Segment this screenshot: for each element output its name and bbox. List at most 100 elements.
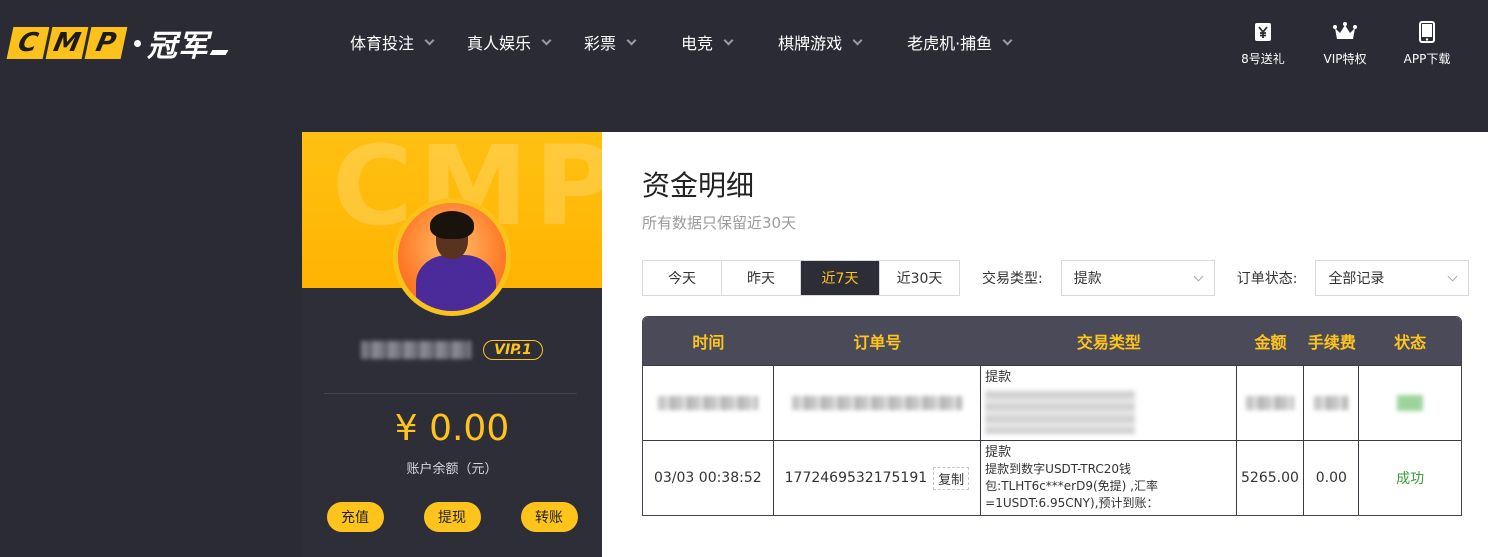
top-navigation-bar: C M P 冠军 体育投注 真人娱乐 彩票 电竞 棋牌游戏 老虎机·捕鱼 8号送… <box>0 0 1488 84</box>
balance-label: 账户余额（元） <box>406 462 498 477</box>
chevron-down-icon <box>626 35 637 45</box>
nav-item-sports[interactable]: 体育投注 <box>350 30 435 54</box>
username-row: VIP.1 <box>302 340 602 360</box>
tool-label: VIP特权 <box>1323 52 1367 66</box>
column-header-amount: 金额 <box>1254 333 1287 352</box>
chevron-down-icon <box>424 35 435 45</box>
nav-item-lottery[interactable]: 彩票 <box>584 30 637 54</box>
order-status-value: 全部记录 <box>1328 271 1385 287</box>
nav-item-label: 彩票 <box>584 34 617 53</box>
nav-item-esports[interactable]: 电竞 <box>681 30 734 54</box>
cell-type: 提款 <box>981 366 1237 440</box>
nav-item-label: 棋牌游戏 <box>778 34 843 53</box>
username-redacted <box>361 341 472 359</box>
profile-panel: CMP VIP.1 ¥ 0.00 账户余额（元） 充值 提现 转账 <box>302 132 602 557</box>
transfer-button[interactable]: 转账 <box>520 502 578 532</box>
column-header-type: 交易类型 <box>1076 333 1141 352</box>
cell-order: 1772469532175191 复制 <box>774 441 982 515</box>
header-tools: 8号送礼 VIP特权 APP下载 <box>1222 21 1468 67</box>
logo-letter: C <box>6 27 50 59</box>
main-nav: 体育投注 真人娱乐 彩票 电竞 棋牌游戏 老虎机·捕鱼 <box>350 30 1013 54</box>
date-range-selector: 今天 昨天 近7天 近30天 <box>642 260 960 296</box>
order-number: 1772469532175191 <box>784 470 928 486</box>
cell-amount: 5265.00 <box>1237 441 1305 515</box>
wallet-actions: 充值 提现 转账 <box>302 502 602 532</box>
chevron-down-icon <box>1447 271 1458 281</box>
tool-label: 8号送礼 <box>1241 52 1285 66</box>
transaction-type-title: 提款 <box>985 370 1012 385</box>
status-badge: 成功 <box>1396 471 1425 487</box>
nav-item-label: 体育投注 <box>350 34 415 53</box>
redacted-text <box>1314 396 1349 410</box>
cell-order-redacted <box>774 366 982 440</box>
table-header: 时间 订单号 交易类型 金额 手续费 状态 <box>643 317 1461 365</box>
cell-amount-redacted <box>1237 366 1305 440</box>
chevron-down-icon <box>541 35 552 45</box>
page-title: 资金明细 <box>642 169 755 202</box>
vip-badge[interactable]: VIP.1 <box>483 340 543 360</box>
transaction-detail-line: 提款到数字USDT-TRC20钱 <box>985 462 1131 476</box>
cmp-logo[interactable]: C M P 冠军 <box>6 25 229 64</box>
account-balance: ¥ 0.00 <box>394 408 510 449</box>
redacted-text <box>791 396 962 410</box>
cell-time-redacted <box>643 366 774 440</box>
nav-item-card-games[interactable]: 棋牌游戏 <box>778 30 863 54</box>
redacted-text <box>1245 396 1294 410</box>
transaction-detail-line: 包:TLHT6c***erD9(免提) ,汇率 <box>985 479 1158 493</box>
gift-link[interactable]: 8号送礼 <box>1222 22 1304 67</box>
tool-label: APP下载 <box>1403 52 1451 66</box>
redacted-text <box>1397 395 1424 411</box>
cell-fee-redacted <box>1304 366 1360 440</box>
logo-letter: P <box>84 27 128 59</box>
column-header-fee: 手续费 <box>1307 333 1356 352</box>
vip-link[interactable]: VIP特权 <box>1304 22 1386 67</box>
transactions-table: 时间 订单号 交易类型 金额 手续费 状态 提款 03/03 00:38:52 … <box>642 316 1462 516</box>
cell-status-redacted <box>1359 366 1461 440</box>
range-30-days-button[interactable]: 近30天 <box>880 261 959 295</box>
transaction-type-select[interactable]: 提款 <box>1060 260 1215 296</box>
logo-dash <box>209 49 229 55</box>
withdraw-button[interactable]: 提现 <box>423 502 481 532</box>
column-header-time: 时间 <box>692 333 725 352</box>
table-row[interactable]: 提款 <box>643 365 1461 440</box>
order-status-select[interactable]: 全部记录 <box>1315 260 1470 296</box>
column-header-order: 订单号 <box>853 333 902 352</box>
cell-type: 提款 提款到数字USDT-TRC20钱 包:TLHT6c***erD9(免提) … <box>981 441 1237 515</box>
column-header-status: 状态 <box>1394 333 1427 352</box>
crown-icon <box>1333 22 1357 42</box>
cell-fee: 0.00 <box>1304 441 1360 515</box>
range-7-days-button[interactable]: 近7天 <box>801 261 880 295</box>
range-today-button[interactable]: 今天 <box>643 261 722 295</box>
page-subtitle: 所有数据只保留近30天 <box>642 214 797 232</box>
nav-item-label: 老虎机·捕鱼 <box>907 34 993 53</box>
nav-item-live-casino[interactable]: 真人娱乐 <box>467 30 552 54</box>
transaction-type-value: 提款 <box>1073 271 1102 287</box>
phone-icon <box>1419 21 1435 43</box>
filter-bar: 今天 昨天 近7天 近30天 交易类型: 提款 订单状态: 全部记录 <box>642 260 1470 296</box>
chevron-down-icon <box>1002 35 1013 45</box>
avatar-jersey <box>416 255 496 311</box>
table-row[interactable]: 03/03 00:38:52 1772469532175191 复制 提款 提款… <box>643 440 1461 515</box>
divider <box>324 393 577 394</box>
redacted-text <box>657 396 758 410</box>
logo-chinese-text: 冠军 <box>147 29 209 64</box>
redacted-text <box>985 390 1136 434</box>
chevron-down-icon <box>1193 271 1204 281</box>
deposit-button[interactable]: 充值 <box>326 502 384 532</box>
logo-dot <box>134 39 141 47</box>
order-status-label: 订单状态: <box>1236 271 1298 287</box>
copy-order-button[interactable]: 复制 <box>933 466 970 490</box>
range-yesterday-button[interactable]: 昨天 <box>722 261 801 295</box>
nav-item-label: 电竞 <box>681 34 714 53</box>
app-download-link[interactable]: APP下载 <box>1386 21 1468 67</box>
transaction-detail-line: =1USDT:6.95CNY),预计到账：757.5540USDT <box>985 496 1159 515</box>
chevron-down-icon <box>852 35 863 45</box>
cell-time: 03/03 00:38:52 <box>643 441 774 515</box>
fund-details-panel: 资金明细 所有数据只保留近30天 今天 昨天 近7天 近30天 交易类型: 提款… <box>602 132 1488 557</box>
transaction-type-title: 提款 <box>985 445 1012 460</box>
yen-ticket-icon <box>1253 22 1273 42</box>
transaction-type-label: 交易类型: <box>982 271 1043 287</box>
nav-item-slots-fishing[interactable]: 老虎机·捕鱼 <box>907 30 1013 54</box>
avatar[interactable] <box>393 198 511 316</box>
logo-letter: M <box>45 27 89 59</box>
